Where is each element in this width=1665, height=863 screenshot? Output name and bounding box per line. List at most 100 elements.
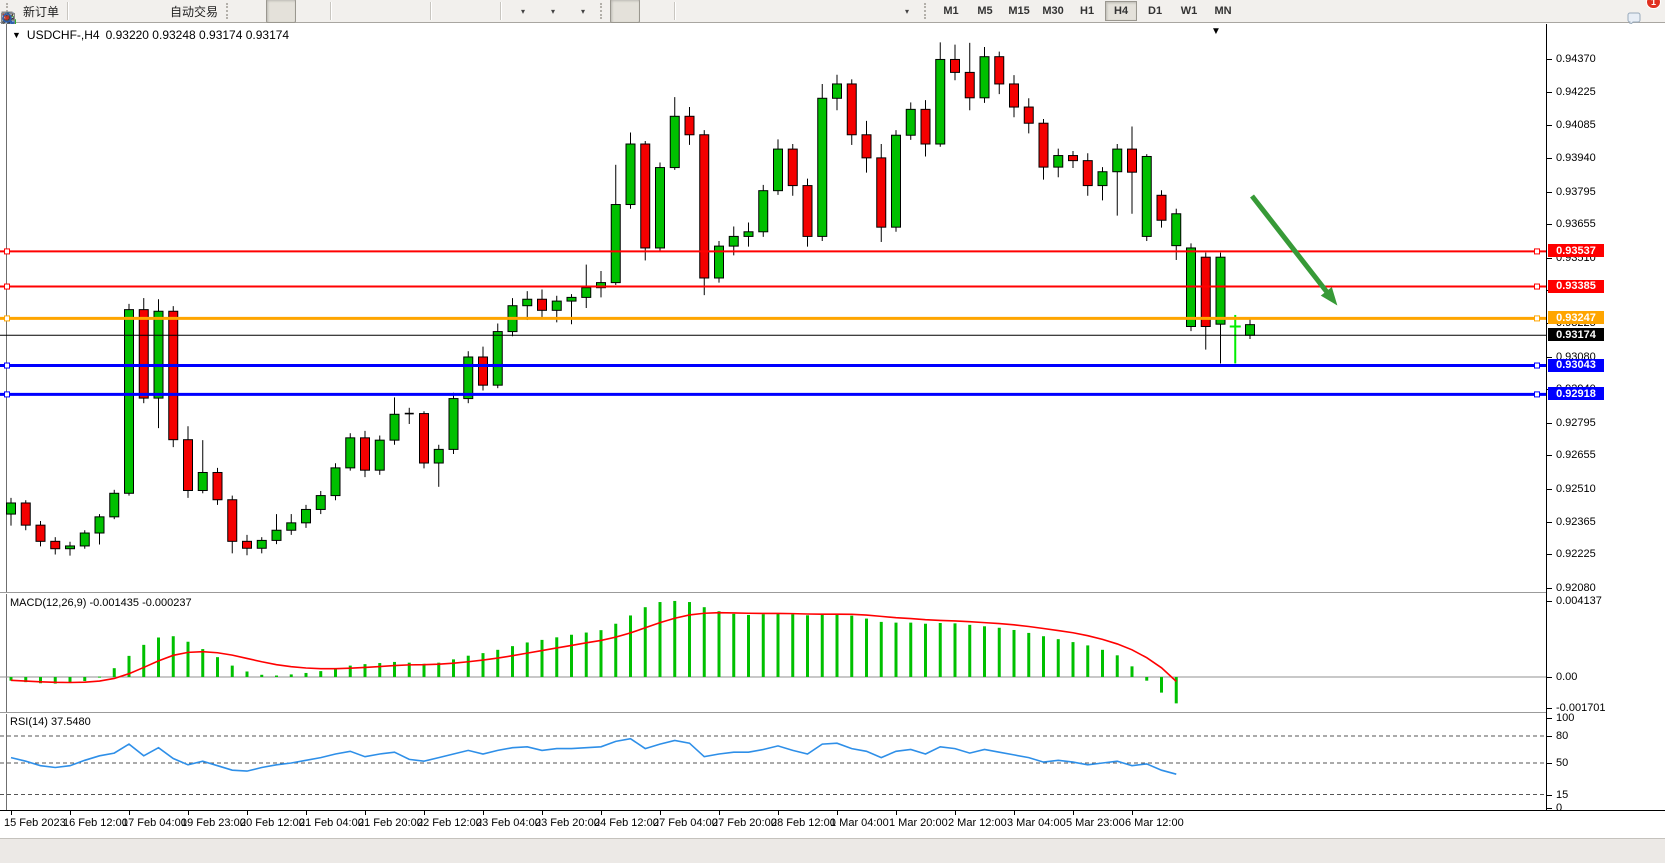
- timeframe-mn-button[interactable]: MN: [1207, 1, 1239, 21]
- price-axis[interactable]: 0.943700.942250.940850.939400.937950.936…: [1546, 24, 1665, 810]
- time-tick: [306, 811, 307, 815]
- equidistant-channel-button[interactable]: E: [770, 0, 800, 23]
- price-tick: [1547, 588, 1552, 589]
- rsi-tick-label: 100: [1556, 712, 1574, 724]
- time-tick-label: 1 Mar 20:00: [889, 817, 948, 829]
- chevron-down-icon: ▾: [521, 7, 525, 16]
- chevron-down-icon: ▾: [581, 7, 585, 16]
- cursor-button[interactable]: [610, 0, 640, 23]
- price-tick: [1547, 258, 1552, 259]
- price-tick-label: 0.92795: [1556, 417, 1596, 429]
- window-bottom-edge: [0, 838, 1665, 863]
- price-tick: [1547, 554, 1552, 555]
- price-line-badge: 0.92918: [1548, 387, 1604, 400]
- time-tick-label: 28 Feb 12:00: [771, 817, 836, 829]
- bar-chart-button[interactable]: [236, 0, 266, 23]
- auto-trading-button[interactable]: 自动交易: [163, 0, 222, 23]
- macd-pane[interactable]: [0, 594, 1546, 712]
- chart-shift-button[interactable]: [466, 0, 496, 23]
- crosshair-button[interactable]: [640, 0, 670, 23]
- price-line-badge: 0.93247: [1548, 311, 1604, 324]
- search-button[interactable]: [1589, 0, 1619, 23]
- timeframe-m1-button[interactable]: M1: [935, 1, 967, 21]
- rsi-tick-label: 15: [1556, 789, 1568, 801]
- signals-button[interactable]: [133, 0, 163, 23]
- toolbar-separator: [67, 2, 69, 20]
- timeframe-d1-button[interactable]: D1: [1139, 1, 1171, 21]
- time-tick-label: 27 Feb 04:00: [653, 817, 718, 829]
- time-tick-label: 1 Mar 04:00: [830, 817, 889, 829]
- timeframe-m15-button[interactable]: M15: [1003, 1, 1035, 21]
- toolbar: 新订单 自动交易 ▾ ▾ ▾ EFAT ▾ M1M5M15M30H1H4D1W1MN 1: [0, 0, 1665, 23]
- rsi-tick: [1547, 718, 1552, 719]
- price-line-badge: 0.93537: [1548, 244, 1604, 257]
- main-chart-pane[interactable]: [0, 24, 1546, 592]
- price-tick-label: 0.92655: [1556, 449, 1596, 461]
- tile-windows-button[interactable]: [396, 0, 426, 23]
- toolbar-drag-handle: [924, 3, 930, 19]
- time-tick: [837, 811, 838, 815]
- timeframe-h4-button[interactable]: H4: [1105, 1, 1137, 21]
- time-tick-label: 21 Feb 20:00: [358, 817, 423, 829]
- toolbar-drag-handle: [226, 3, 232, 19]
- time-tick-label: 24 Feb 12:00: [594, 817, 659, 829]
- auto-trading-button-label: 自动交易: [170, 3, 218, 20]
- new-chart-button[interactable]: ▾: [506, 0, 536, 23]
- chevron-down-icon: ▾: [905, 7, 909, 16]
- profiles-button[interactable]: ▾: [536, 0, 566, 23]
- time-tick-label: 27 Feb 20:00: [712, 817, 777, 829]
- timeframe-m30-button[interactable]: M30: [1037, 1, 1069, 21]
- zoom-in-button[interactable]: [336, 0, 366, 23]
- timeframe-h1-button[interactable]: H1: [1071, 1, 1103, 21]
- macd-label: MACD(12,26,9) -0.001435 -0.000237: [10, 597, 192, 609]
- auto-scroll-button[interactable]: [436, 0, 466, 23]
- time-tick-label: 21 Feb 04:00: [299, 817, 364, 829]
- time-tick-label: 6 Mar 12:00: [1125, 817, 1184, 829]
- history-center-button[interactable]: [73, 0, 103, 23]
- price-tick-label: 0.93795: [1556, 186, 1596, 198]
- time-tick: [1132, 811, 1133, 815]
- price-tick: [1547, 59, 1552, 60]
- time-tick-label: 23 Feb 04:00: [476, 817, 541, 829]
- arrows-button[interactable]: ▾: [890, 0, 920, 23]
- rsi-tick: [1547, 763, 1552, 764]
- price-tick-label: 0.93655: [1556, 218, 1596, 230]
- text-label-button[interactable]: T: [860, 0, 890, 23]
- horizontal-line-button[interactable]: [710, 0, 740, 23]
- timeframe-m5-button[interactable]: M5: [969, 1, 1001, 21]
- time-tick-label: 16 Feb 12:00: [63, 817, 128, 829]
- price-tick: [1547, 522, 1552, 523]
- timeframe-w1-button[interactable]: W1: [1173, 1, 1205, 21]
- time-axis[interactable]: 15 Feb 202316 Feb 12:0017 Feb 04:0019 Fe…: [0, 810, 1665, 839]
- line-chart-button[interactable]: [296, 0, 326, 23]
- macd-tick-label: 0.004137: [1556, 595, 1602, 607]
- new-order-button[interactable]: 新订单: [16, 0, 63, 23]
- macd-tick-label: 0.00: [1556, 671, 1577, 683]
- vertical-line-button[interactable]: [680, 0, 710, 23]
- time-tick: [129, 811, 130, 815]
- text-button[interactable]: A: [830, 0, 860, 23]
- trendline-button[interactable]: [740, 0, 770, 23]
- price-line-badge: 0.93385: [1548, 280, 1604, 293]
- time-tick: [247, 811, 248, 815]
- notifications-button[interactable]: 1: [1625, 0, 1655, 23]
- terminal-button[interactable]: [103, 0, 133, 23]
- time-tick-label: 15 Feb 2023: [4, 817, 66, 829]
- fibonacci-button[interactable]: F: [800, 0, 830, 23]
- price-line-badge: 0.93043: [1548, 359, 1604, 372]
- price-tick: [1547, 455, 1552, 456]
- macd-tick: [1547, 601, 1552, 602]
- time-tick: [660, 811, 661, 815]
- time-tick: [365, 811, 366, 815]
- time-tick-label: 3 Mar 04:00: [1007, 817, 1066, 829]
- time-tick-label: 22 Feb 12:00: [417, 817, 482, 829]
- zoom-out-button[interactable]: [366, 0, 396, 23]
- rsi-pane[interactable]: [0, 714, 1546, 810]
- time-tick: [483, 811, 484, 815]
- rsi-tick: [1547, 795, 1552, 796]
- toolbar-separator: [330, 2, 332, 20]
- indicators-button[interactable]: ▾: [566, 0, 596, 23]
- candlestick-chart-button[interactable]: [266, 0, 296, 23]
- price-tick: [1547, 423, 1552, 424]
- time-tick: [424, 811, 425, 815]
